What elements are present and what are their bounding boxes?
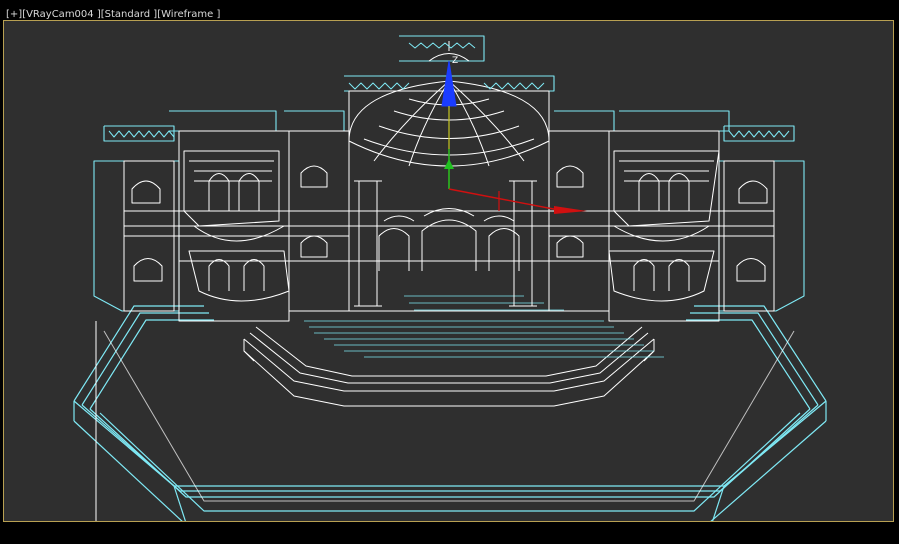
gizmo-y-arrow: [444, 159, 454, 169]
wireframe-scene[interactable]: Z: [4, 21, 894, 522]
gizmo-z-axis[interactable]: [441, 60, 457, 107]
stair-hatching: [304, 295, 664, 358]
platform-outer-wire: [73, 305, 827, 521]
gizmo-z-label: Z: [452, 56, 458, 66]
gizmo-x-arrow: [554, 206, 587, 214]
viewport-frame: [+] [VRayCam004 ] [Standard ] [Wireframe…: [0, 0, 899, 544]
camera-viewport[interactable]: Z: [3, 20, 894, 522]
viewport-bottom-strip: [0, 522, 899, 544]
gizmo-x-axis[interactable]: [448, 188, 565, 212]
